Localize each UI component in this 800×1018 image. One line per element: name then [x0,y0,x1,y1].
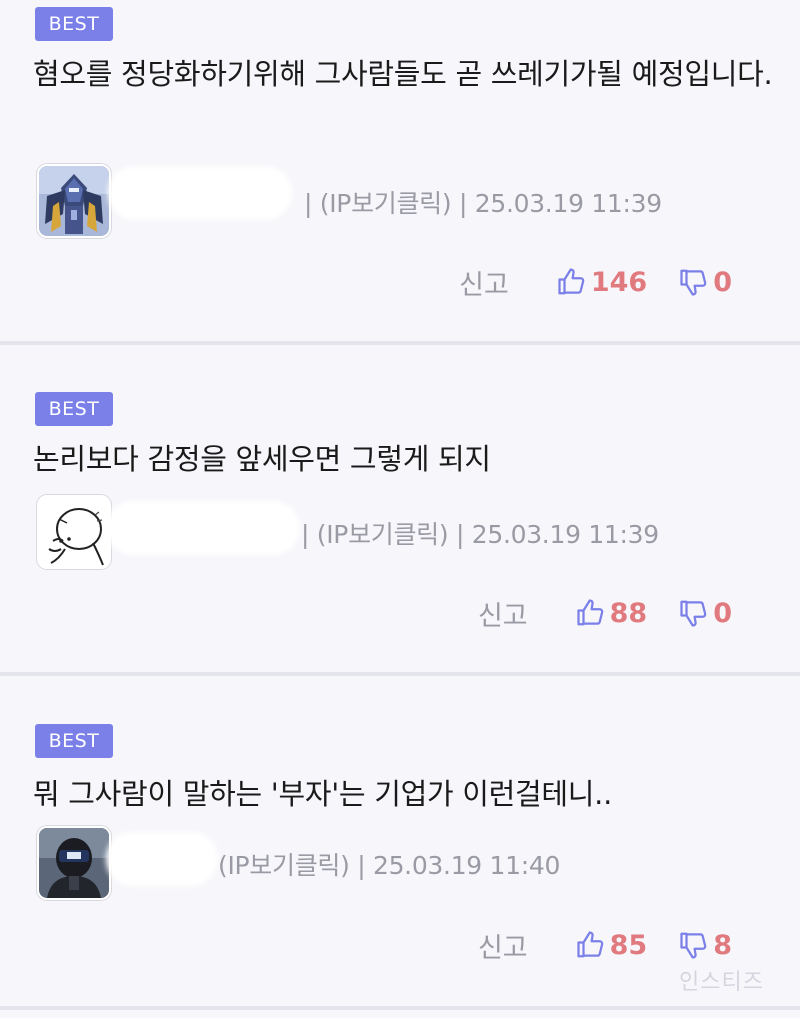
helmet-person-avatar-icon [39,828,109,898]
like-button[interactable]: 146 [557,267,647,298]
thumbs-down-icon [680,600,707,627]
user-avatar[interactable] [37,826,111,900]
username-redacted[interactable] [108,166,292,220]
best-badge: BEST [35,724,113,758]
best-badge: BEST [35,392,113,426]
like-button[interactable]: 85 [576,929,648,961]
comment-text: 뭐 그사람이 말하는 '부자'는 기업가 이런걸테니.. [33,777,612,811]
thumbs-up-icon [577,931,603,958]
comment-item: BEST 혐오를 정당화하기위해 그사람들도 곧 쓰레기가될 예정입니다. | … [0,0,800,340]
like-count: 88 [609,597,648,629]
dislike-count: 0 [713,266,732,298]
comment-actions: 신고 88 0 [478,593,732,633]
comment-meta: | (IP보기클릭) | 25.03.19 11:39 [304,189,662,218]
username-redacted[interactable] [106,501,300,555]
report-button[interactable]: 신고 [478,926,528,965]
dislike-count: 8 [713,929,732,961]
thumbs-up-icon [558,268,585,295]
comment-item: BEST 논리보다 감정을 앞세우면 그렇게 되지 | (IP보기클릭) | 2… [0,345,800,671]
thumbs-down-icon [680,932,707,959]
sketch-face-avatar-icon [39,497,109,567]
comment-actions: 신고 146 0 [459,262,732,302]
robot-mech-avatar-icon [39,166,109,236]
dislike-button[interactable]: 0 [679,267,732,298]
dislike-button[interactable]: 0 [679,598,732,629]
comment-text: 혐오를 정당화하기위해 그사람들도 곧 쓰레기가될 예정입니다. [33,57,773,91]
thumbs-up-icon [577,599,603,626]
user-avatar[interactable] [37,164,111,238]
like-count: 85 [609,929,648,961]
username-redacted[interactable] [106,832,218,886]
thumbs-down-icon [680,269,707,296]
user-avatar[interactable] [37,495,111,569]
like-count: 146 [590,266,648,298]
comment-meta: (IP보기클릭) | 25.03.19 11:40 [218,851,561,880]
dislike-button[interactable]: 8 [679,930,732,961]
comment-actions: 신고 85 8 [478,925,732,965]
like-button[interactable]: 88 [576,597,648,629]
comment-divider [0,1006,800,1010]
report-button[interactable]: 신고 [459,263,509,302]
site-watermark: 인스티즈 [679,970,764,995]
best-badge: BEST [35,7,113,41]
comment-text: 논리보다 감정을 앞세우면 그렇게 되지 [33,442,491,476]
comment-item: BEST 뭐 그사람이 말하는 '부자'는 기업가 이런걸테니.. (IP보기클… [0,676,800,1006]
comment-meta: | (IP보기클릭) | 25.03.19 11:39 [301,520,659,549]
report-button[interactable]: 신고 [478,594,528,633]
dislike-count: 0 [713,597,732,629]
